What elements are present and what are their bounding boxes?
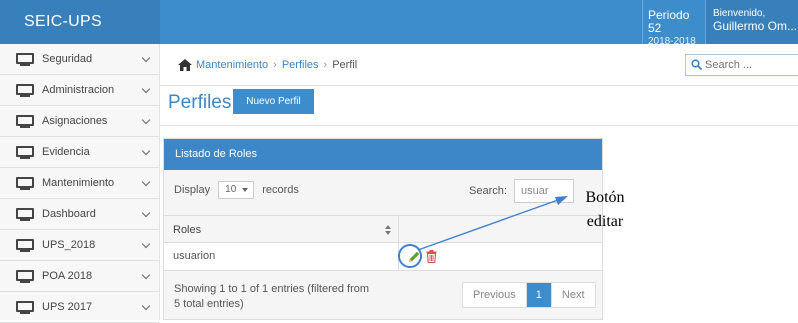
sidebar-item-administracion[interactable]: Administracion xyxy=(0,75,159,106)
breadcrumb-current: Perfil xyxy=(332,59,358,71)
sort-icon xyxy=(385,225,391,235)
breadcrumb-bar: Mantenimiento › Perfiles › Perfil xyxy=(160,44,798,86)
new-profile-button[interactable]: Nuevo Perfil xyxy=(233,89,314,114)
monitor-icon xyxy=(16,176,34,190)
search-icon xyxy=(691,59,702,70)
monitor-icon xyxy=(16,269,34,283)
column-header-label: Roles xyxy=(173,224,202,236)
period-indicator[interactable]: Periodo 52 2018-2018 xyxy=(642,0,706,47)
pagination: Previous 1 Next xyxy=(462,282,596,308)
role-cell: usuarion xyxy=(164,243,399,270)
caret-down-icon xyxy=(242,188,249,192)
monitor-icon xyxy=(16,238,34,252)
sidebar-item-ups-2017[interactable]: UPS 2017 xyxy=(0,292,159,323)
chevron-down-icon xyxy=(141,177,151,187)
sidebar-item-mantenimiento[interactable]: Mantenimiento xyxy=(0,168,159,199)
page-header: Perfiles Nuevo Perfil xyxy=(160,86,798,126)
user-name: Guillermo Om... xyxy=(713,19,798,33)
table-search-label: Search: xyxy=(469,184,507,197)
breadcrumb: Mantenimiento › Perfiles › Perfil xyxy=(196,57,357,73)
table-header: Roles xyxy=(164,215,602,244)
breadcrumb-link-mantenimiento[interactable]: Mantenimiento xyxy=(196,59,268,71)
panel-title: Listado de Roles xyxy=(164,139,602,170)
trash-icon[interactable] xyxy=(426,250,437,263)
sidebar-item-dashboard[interactable]: Dashboard xyxy=(0,199,159,230)
sidebar-item-label: Asignaciones xyxy=(42,115,108,127)
chevron-down-icon xyxy=(141,301,151,311)
annotation-line-1: Botón xyxy=(585,189,625,206)
chevron-down-icon xyxy=(141,53,151,63)
sidebar-item-label: UPS 2017 xyxy=(42,301,93,313)
chevron-down-icon xyxy=(141,115,151,125)
records-label: records xyxy=(262,183,299,196)
sidebar-item-label: POA 2018 xyxy=(42,270,93,282)
sidebar-item-seguridad[interactable]: Seguridad xyxy=(0,44,159,75)
sidebar-item-ups-2018[interactable]: UPS_2018 xyxy=(0,230,159,261)
table-search: Search: usuar xyxy=(469,179,574,203)
records-per-page-select[interactable]: 10 xyxy=(218,181,255,199)
breadcrumb-separator: › xyxy=(323,59,328,71)
page-title: Perfiles xyxy=(168,92,232,113)
chevron-down-icon xyxy=(141,239,151,249)
home-icon[interactable] xyxy=(178,59,192,71)
search-input[interactable] xyxy=(705,57,797,73)
sidebar-item-poa-2018[interactable]: POA 2018 xyxy=(0,261,159,292)
page-1-button[interactable]: 1 xyxy=(526,283,552,307)
global-search[interactable] xyxy=(685,54,798,76)
table-info: Showing 1 to 1 of 1 entries (filtered fr… xyxy=(174,283,370,310)
app-brand[interactable]: SEIC-UPS xyxy=(0,0,160,44)
top-navbar: SEIC-UPS Periodo 52 2018-2018 Bienvenido… xyxy=(0,0,798,47)
sidebar-item-asignaciones[interactable]: Asignaciones xyxy=(0,106,159,137)
monitor-icon xyxy=(16,83,34,97)
table-row: usuarion xyxy=(164,243,602,271)
pencil-icon[interactable] xyxy=(407,250,421,264)
monitor-icon xyxy=(16,207,34,221)
monitor-icon xyxy=(16,300,34,314)
sidebar-item-label: Evidencia xyxy=(42,146,90,158)
sidebar-item-label: UPS_2018 xyxy=(42,239,96,251)
roles-panel: Listado de Roles Display 10 records Sear… xyxy=(163,138,603,320)
table-search-input[interactable]: usuar xyxy=(513,179,574,203)
roles-table: Roles usuarion xyxy=(164,215,602,271)
chevron-down-icon xyxy=(141,146,151,156)
display-label: Display xyxy=(174,183,211,196)
previous-page-button[interactable]: Previous xyxy=(463,283,527,307)
chevron-down-icon xyxy=(141,270,151,280)
sidebar-item-label: Administracion xyxy=(42,84,115,96)
period-label: Periodo 52 xyxy=(648,8,690,35)
sidebar-item-label: Mantenimiento xyxy=(42,177,115,189)
breadcrumb-separator: › xyxy=(273,59,277,71)
sidebar: Seguridad Administracion Asignaciones Ev… xyxy=(0,44,160,323)
breadcrumb-link-perfiles[interactable]: Perfiles xyxy=(282,59,319,71)
user-menu[interactable]: Bienvenido, Guillermo Om... xyxy=(706,0,798,44)
chevron-down-icon xyxy=(141,208,151,218)
sidebar-item-label: Seguridad xyxy=(42,53,93,65)
next-page-button[interactable]: Next xyxy=(552,283,595,307)
annotation-line-2: editar xyxy=(586,213,624,230)
monitor-icon xyxy=(16,114,34,128)
annotation-label: Botón editar xyxy=(575,186,635,234)
column-header-roles[interactable]: Roles xyxy=(164,216,399,244)
monitor-icon xyxy=(16,52,34,66)
display-control: Display 10 records xyxy=(174,181,299,199)
sidebar-item-label: Dashboard xyxy=(42,208,96,220)
monitor-icon xyxy=(16,145,34,159)
records-per-page-value: 10 xyxy=(225,184,237,195)
chevron-down-icon xyxy=(141,84,151,94)
sidebar-item-evidencia[interactable]: Evidencia xyxy=(0,137,159,168)
